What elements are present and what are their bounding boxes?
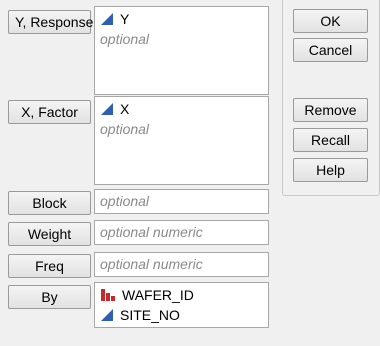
y-response-placeholder: optional — [100, 31, 150, 47]
freq-field[interactable]: optional numeric — [94, 252, 269, 277]
list-item[interactable]: Y — [100, 10, 129, 28]
continuous-icon — [101, 103, 113, 115]
by-field[interactable]: WAFER_ID SITE_NO — [94, 282, 269, 328]
list-item[interactable]: SITE_NO — [100, 306, 180, 324]
list-item[interactable]: X — [100, 100, 129, 118]
continuous-icon — [101, 309, 113, 321]
block-field[interactable]: optional — [94, 189, 269, 214]
block-placeholder: optional — [100, 193, 150, 209]
by-button[interactable]: By — [8, 285, 91, 309]
freq-placeholder: optional numeric — [100, 256, 203, 272]
x-factor-placeholder: optional — [100, 121, 150, 137]
remove-button[interactable]: Remove — [293, 98, 368, 122]
list-item-label: X — [120, 101, 130, 117]
weight-placeholder: optional numeric — [100, 224, 203, 240]
freq-button[interactable]: Freq — [8, 254, 91, 278]
y-response-field[interactable]: Y optional — [94, 6, 269, 95]
list-item-label: Y — [120, 11, 130, 27]
list-item[interactable]: WAFER_ID — [100, 286, 194, 304]
weight-button[interactable]: Weight — [8, 222, 91, 246]
block-button[interactable]: Block — [8, 191, 91, 215]
x-factor-button[interactable]: X, Factor — [8, 100, 91, 124]
y-response-button[interactable]: Y, Response — [8, 10, 93, 34]
nominal-icon — [101, 289, 115, 301]
x-factor-field[interactable]: X optional — [94, 96, 269, 185]
list-item-label: SITE_NO — [120, 307, 180, 323]
help-button[interactable]: Help — [293, 158, 368, 182]
cancel-button[interactable]: Cancel — [293, 38, 368, 62]
list-item-label: WAFER_ID — [122, 287, 194, 303]
recall-button[interactable]: Recall — [293, 128, 368, 152]
continuous-icon — [101, 13, 113, 25]
ok-button[interactable]: OK — [293, 9, 368, 33]
weight-field[interactable]: optional numeric — [94, 220, 269, 245]
